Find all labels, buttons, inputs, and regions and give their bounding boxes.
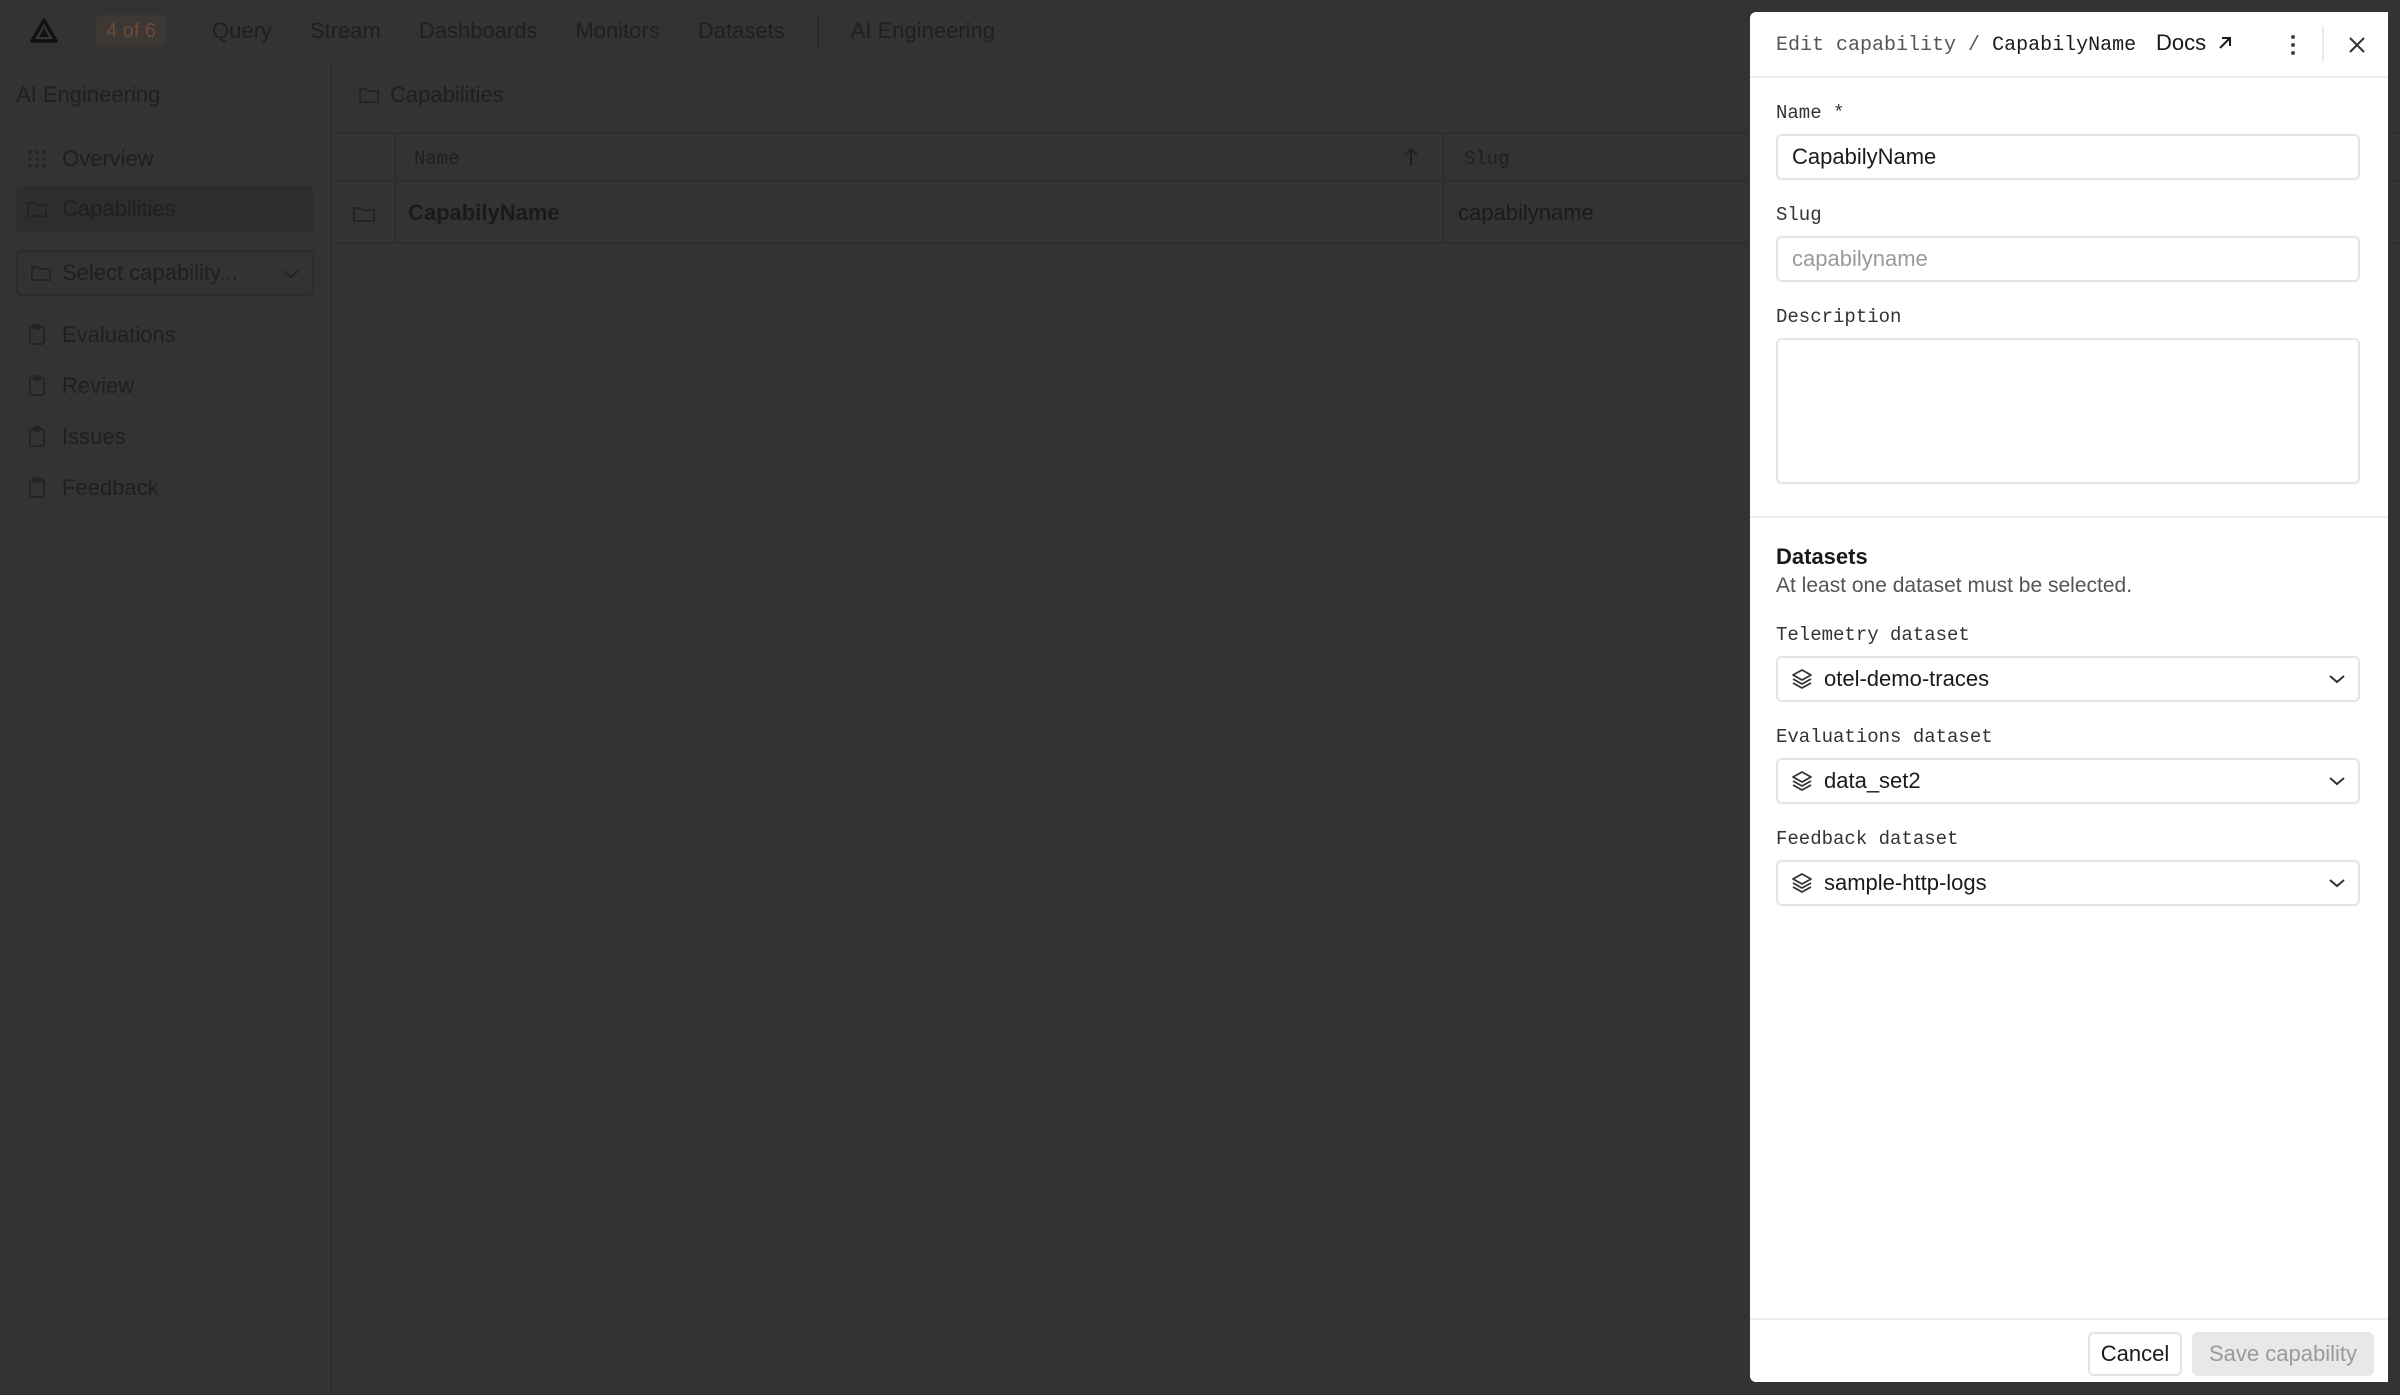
feedback-dataset-label: Feedback dataset — [1776, 828, 1959, 850]
grid-icon — [26, 148, 48, 170]
column-header-name[interactable]: Name — [414, 148, 460, 170]
sidebar-item-label: Evaluations — [62, 322, 176, 347]
sort-ascending-icon[interactable] — [1402, 146, 1420, 173]
sidebar-title: AI Engineering — [16, 82, 161, 107]
sidebar-item-label: Review — [62, 373, 135, 398]
nav-stream[interactable]: Stream — [310, 18, 381, 44]
clipboard-icon — [26, 477, 48, 499]
chevron-down-icon — [282, 260, 300, 286]
clipboard-icon — [26, 426, 48, 448]
folder-icon — [352, 204, 376, 229]
sidebar-item-capabilities[interactable]: Capabilities — [16, 186, 314, 232]
sidebar: AI Engineering Overview Capabilities Sel… — [0, 62, 332, 1395]
breadcrumb-label[interactable]: Capabilities — [390, 82, 504, 108]
section-divider — [1750, 516, 2388, 518]
telemetry-dataset-select[interactable]: otel-demo-traces — [1776, 656, 2360, 702]
datasets-title: Datasets — [1776, 544, 1868, 569]
telemetry-dataset-label: Telemetry dataset — [1776, 624, 1970, 646]
nav-ai-engineering[interactable]: AI Engineering — [851, 18, 995, 44]
progress-badge[interactable]: 4 of 6 — [96, 15, 167, 47]
telemetry-dataset-value: otel-demo-traces — [1824, 666, 1990, 691]
slug-label: Slug — [1776, 204, 1822, 226]
nav-datasets[interactable]: Datasets — [698, 18, 785, 44]
more-options-icon[interactable] — [2280, 32, 2306, 58]
save-capability-button[interactable]: Save capability — [2192, 1332, 2374, 1376]
chevron-down-icon — [2328, 775, 2346, 787]
chevron-down-icon — [2328, 673, 2346, 685]
sidebar-item-overview[interactable]: Overview — [16, 136, 314, 182]
drawer-breadcrumb-parent: Edit capability — [1776, 34, 1957, 57]
drawer-breadcrumb: Edit capability / CapabilyName — [1776, 34, 2136, 57]
row-slug: capabilyname — [1458, 200, 1594, 225]
layers-icon — [1790, 667, 1814, 691]
clipboard-icon — [26, 375, 48, 397]
layers-icon — [1790, 769, 1814, 793]
docs-label: Docs — [2156, 30, 2207, 55]
sidebar-item-issues[interactable]: Issues — [16, 414, 314, 460]
folder-icon — [358, 85, 380, 105]
evaluations-dataset-value: data_set2 — [1824, 768, 1921, 793]
nav-monitors[interactable]: Monitors — [575, 18, 659, 44]
sidebar-item-label: Issues — [62, 424, 126, 449]
folder-icon — [30, 263, 52, 283]
breadcrumb: Capabilities — [358, 82, 504, 108]
sidebar-item-label: Feedback — [62, 475, 159, 500]
sidebar-item-review[interactable]: Review — [16, 363, 314, 409]
drawer-header: Edit capability / CapabilyName Docs — [1750, 12, 2388, 78]
nav-query[interactable]: Query — [212, 18, 272, 44]
name-label: Name * — [1776, 102, 1845, 124]
evaluations-dataset-label: Evaluations dataset — [1776, 726, 1993, 748]
sidebar-item-label: Overview — [62, 146, 154, 171]
name-input[interactable]: CapabilyName — [1776, 134, 2360, 180]
drawer-breadcrumb-current: CapabilyName — [1992, 34, 2137, 57]
nav-divider — [816, 15, 819, 47]
feedback-dataset-select[interactable]: sample-http-logs — [1776, 860, 2360, 906]
evaluations-dataset-select[interactable]: data_set2 — [1776, 758, 2360, 804]
capability-select-placeholder: Select capability... — [62, 260, 238, 285]
nav-dashboards[interactable]: Dashboards — [419, 18, 538, 44]
docs-link[interactable]: Docs — [2156, 30, 2234, 56]
edit-capability-drawer: Edit capability / CapabilyName Docs Name… — [1750, 12, 2388, 1382]
description-textarea[interactable] — [1776, 338, 2360, 484]
header-divider — [2322, 26, 2324, 62]
folder-icon — [26, 198, 48, 220]
logo-icon[interactable] — [30, 18, 58, 44]
feedback-dataset-value: sample-http-logs — [1824, 870, 1987, 895]
chevron-down-icon — [2328, 877, 2346, 889]
slug-input[interactable]: capabilyname — [1776, 236, 2360, 282]
row-name[interactable]: CapabilyName — [408, 200, 560, 226]
drawer-footer: Cancel Save capability — [1750, 1318, 2388, 1382]
column-header-slug[interactable]: Slug — [1464, 148, 1510, 170]
capability-select[interactable]: Select capability... — [16, 250, 314, 296]
description-label: Description — [1776, 306, 1902, 328]
cancel-button[interactable]: Cancel — [2088, 1332, 2182, 1376]
close-icon[interactable] — [2344, 32, 2370, 58]
drawer-breadcrumb-separator: / — [1968, 34, 1981, 57]
sidebar-item-evaluations[interactable]: Evaluations — [16, 312, 314, 358]
clipboard-icon — [26, 324, 48, 346]
datasets-help-text: At least one dataset must be selected. — [1776, 574, 2133, 597]
layers-icon — [1790, 871, 1814, 895]
sidebar-item-label: Capabilities — [62, 196, 176, 221]
external-link-icon — [2216, 34, 2234, 52]
sidebar-item-feedback[interactable]: Feedback — [16, 465, 314, 511]
